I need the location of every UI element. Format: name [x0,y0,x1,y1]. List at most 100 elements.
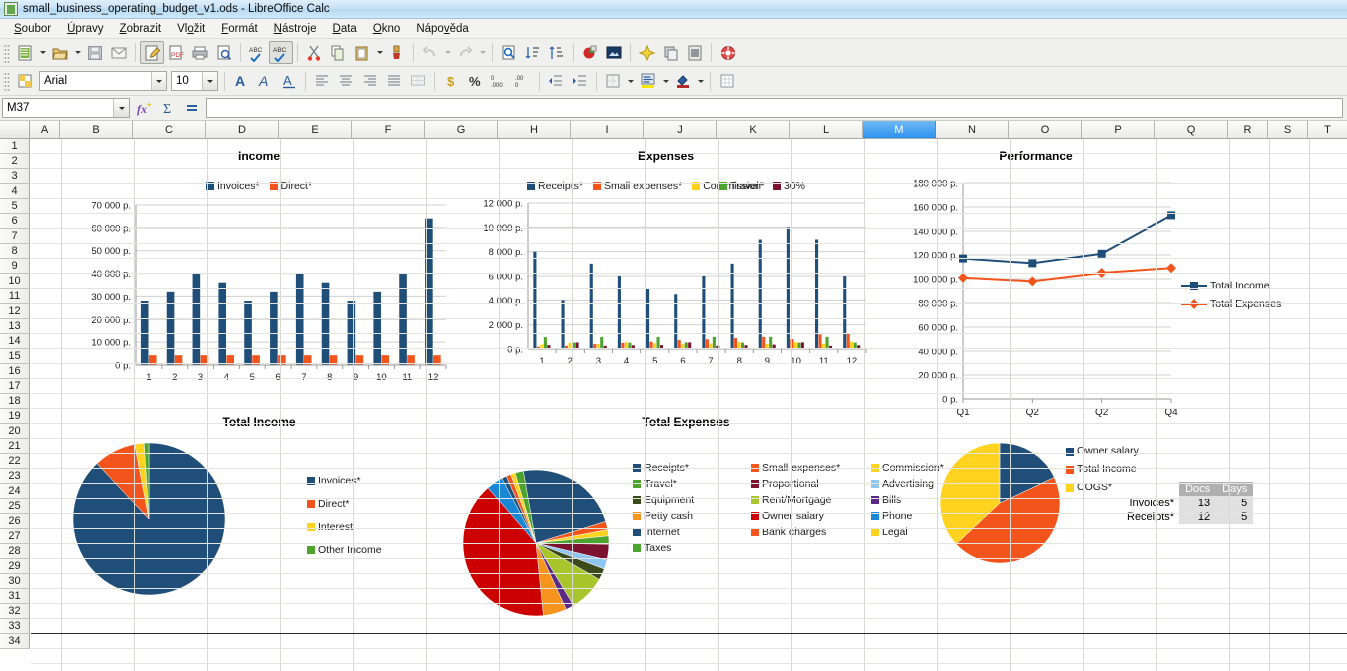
column-header-G[interactable]: G [425,121,498,139]
row-header-2[interactable]: 2 [0,154,30,169]
toolbar-grip[interactable] [3,71,10,91]
spelling-icon[interactable]: ABC [245,41,269,64]
row-header-15[interactable]: 15 [0,349,30,364]
row-header-20[interactable]: 20 [0,424,30,439]
row-header-22[interactable]: 22 [0,454,30,469]
column-header-J[interactable]: J [644,121,717,139]
column-header-M[interactable]: M [863,121,936,139]
sort-ascending-icon[interactable] [521,41,545,64]
row-header-34[interactable]: 34 [0,634,30,649]
row-header-5[interactable]: 5 [0,199,30,214]
menu-item-vlozit[interactable]: Vložit [169,21,213,37]
italic-icon[interactable]: A [253,70,277,93]
row-header-31[interactable]: 31 [0,589,30,604]
percent-format-icon[interactable]: % [463,70,487,93]
column-header-S[interactable]: S [1268,121,1308,139]
column-header-R[interactable]: R [1228,121,1268,139]
formula-input-line[interactable] [206,98,1343,118]
row-header-24[interactable]: 24 [0,484,30,499]
row-header-7[interactable]: 7 [0,229,30,244]
row-header-32[interactable]: 32 [0,604,30,619]
cell-grid[interactable]: Income Invoices* Direct* 70 000 p. 60 000… [31,139,1347,671]
row-header-23[interactable]: 23 [0,469,30,484]
docs-days-table[interactable]: Docs Days Invoices* 13 5 Receipts* 12 5 [1121,482,1254,524]
align-center-icon[interactable] [334,70,358,93]
merge-cells-icon[interactable] [406,70,430,93]
name-box-dropdown-icon[interactable] [113,99,129,117]
redo-icon[interactable] [453,41,477,64]
sort-descending-icon[interactable] [545,41,569,64]
borders-icon[interactable] [601,70,625,93]
column-header-K[interactable]: K [717,121,790,139]
column-header-Q[interactable]: Q [1155,121,1228,139]
row-header-29[interactable]: 29 [0,559,30,574]
menu-item-okno[interactable]: Okno [365,21,409,37]
row-header-3[interactable]: 3 [0,169,30,184]
insert-chart-icon[interactable] [578,41,602,64]
total-income-pie-chart[interactable]: Total Income Invoices* Direct* Interest [64,411,454,611]
styles-icon[interactable] [13,70,37,93]
font-color-dropdown-icon[interactable] [660,70,671,93]
align-right-icon[interactable] [358,70,382,93]
export-pdf-icon[interactable]: PDF [164,41,188,64]
row-header-17[interactable]: 17 [0,379,30,394]
align-justified-icon[interactable] [382,70,406,93]
row-header-4[interactable]: 4 [0,184,30,199]
row-header-16[interactable]: 16 [0,364,30,379]
row-header-1[interactable]: 1 [0,139,30,154]
row-header-26[interactable]: 26 [0,514,30,529]
new-document-icon[interactable] [13,41,37,64]
income-bar-chart[interactable]: Income Invoices* Direct* 70 000 p.60 000… [64,141,454,391]
undo-dropdown-icon[interactable] [442,41,453,64]
conditional-formatting-icon[interactable] [715,70,739,93]
formula-icon[interactable] [180,98,203,119]
font-name-dropdown-icon[interactable] [151,72,166,90]
row-header-10[interactable]: 10 [0,274,30,289]
find-replace-icon[interactable] [497,41,521,64]
row-header-6[interactable]: 6 [0,214,30,229]
sum-icon[interactable]: Σ [157,98,180,119]
background-color-dropdown-icon[interactable] [695,70,706,93]
font-size-dropdown-icon[interactable] [202,72,217,90]
print-preview-icon[interactable] [212,41,236,64]
row-header-18[interactable]: 18 [0,394,30,409]
row-header-21[interactable]: 21 [0,439,30,454]
row-header-19[interactable]: 19 [0,409,30,424]
row-header-11[interactable]: 11 [0,289,30,304]
row-header-25[interactable]: 25 [0,499,30,514]
menu-item-format[interactable]: Formát [213,21,265,37]
special-character-icon[interactable] [635,41,659,64]
edit-mode-icon[interactable] [140,41,164,64]
column-header-D[interactable]: D [206,121,279,139]
borders-dropdown-icon[interactable] [625,70,636,93]
new-document-dropdown-icon[interactable] [37,41,48,64]
total-expenses-pie-chart[interactable]: Total Expenses Receipts* Small expenses*… [456,411,944,617]
row-header-12[interactable]: 12 [0,304,30,319]
freeze-rows-columns-icon[interactable] [683,41,707,64]
decrease-indent-icon[interactable] [544,70,568,93]
column-header-T[interactable]: T [1308,121,1347,139]
menu-item-upravy[interactable]: Úpravy [59,21,111,37]
autospellcheck-icon[interactable]: ABC [269,41,293,64]
redo-dropdown-icon[interactable] [477,41,488,64]
row-header-27[interactable]: 27 [0,529,30,544]
copy-icon[interactable] [326,41,350,64]
font-name-combobox[interactable]: Arial [39,71,167,91]
column-header-L[interactable]: L [790,121,863,139]
column-header-I[interactable]: I [571,121,644,139]
font-size-combobox[interactable]: 10 [171,71,218,91]
help-icon[interactable] [716,41,740,64]
menu-item-zobrazit[interactable]: Zobrazit [112,21,170,37]
column-header-H[interactable]: H [498,121,571,139]
cut-icon[interactable] [302,41,326,64]
column-header-F[interactable]: F [352,121,425,139]
open-document-dropdown-icon[interactable] [72,41,83,64]
bold-icon[interactable]: A [229,70,253,93]
menu-item-data[interactable]: Data [325,21,365,37]
paste-icon[interactable] [350,41,374,64]
paste-dropdown-icon[interactable] [374,41,385,64]
name-box[interactable]: M37 [2,98,130,118]
menu-item-napoveda[interactable]: Nápověda [408,21,476,37]
row-header-28[interactable]: 28 [0,544,30,559]
background-color-icon[interactable] [671,70,695,93]
